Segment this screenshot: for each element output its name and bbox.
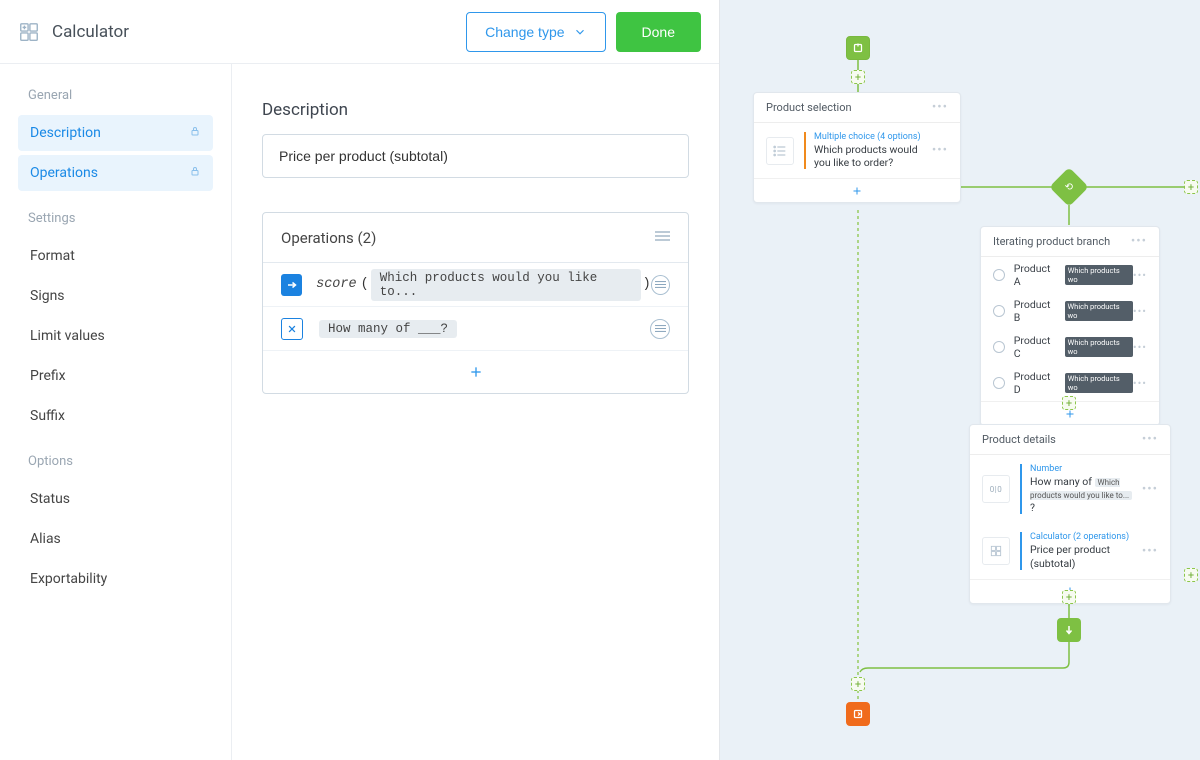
operation-chip[interactable]: How many of ___? (319, 320, 457, 338)
card-product-details[interactable]: Product details ••• 0|0 Number How many … (969, 424, 1171, 604)
continue-node[interactable] (1057, 618, 1081, 642)
sidebar-item-limit-values[interactable]: Limit values (18, 318, 213, 354)
more-icon[interactable]: ••• (1133, 377, 1147, 390)
card-product-selection[interactable]: Product selection ••• Multiple choice (4… (753, 92, 961, 203)
done-button[interactable]: Done (616, 12, 701, 52)
sidebar-item-signs[interactable]: Signs (18, 278, 213, 314)
sidebar-item-description[interactable]: Description (18, 115, 213, 151)
more-icon[interactable]: ••• (1133, 305, 1147, 318)
row-menu-icon[interactable] (650, 319, 670, 339)
row-menu-icon[interactable] (651, 275, 670, 295)
add-operation-button[interactable] (263, 351, 688, 393)
more-icon[interactable]: ••• (1131, 234, 1147, 249)
operations-title: Operations (2) (281, 229, 655, 247)
more-icon[interactable]: ••• (1142, 482, 1158, 497)
operations-box: Operations (2) score ( Which products wo… (262, 212, 689, 394)
lock-icon (189, 165, 201, 181)
description-input[interactable] (262, 134, 689, 178)
calculator-icon (982, 537, 1010, 565)
nav-group-settings: Settings (28, 211, 213, 226)
flow-canvas[interactable]: Product selection ••• Multiple choice (4… (720, 0, 1200, 760)
add-node-button[interactable] (851, 70, 865, 84)
more-icon[interactable]: ••• (932, 100, 948, 115)
add-node-button[interactable] (1184, 180, 1198, 194)
operation-row[interactable]: How many of ___? (263, 307, 688, 351)
end-node[interactable] (846, 702, 870, 726)
sidebar-item-prefix[interactable]: Prefix (18, 358, 213, 394)
chevron-down-icon (573, 25, 587, 39)
hamburger-icon[interactable] (655, 230, 670, 246)
page-title: Calculator (52, 22, 466, 42)
operation-row[interactable]: score ( Which products would you like to… (263, 263, 688, 307)
more-icon[interactable]: ••• (1133, 269, 1147, 282)
more-icon[interactable]: ••• (1142, 432, 1158, 447)
sidebar-item-status[interactable]: Status (18, 481, 213, 517)
multiply-icon (281, 318, 303, 340)
branch-option[interactable]: Product BWhich products wo••• (981, 293, 1159, 329)
add-node-button[interactable] (1062, 396, 1076, 410)
nav-group-options: Options (28, 454, 213, 469)
lock-icon (189, 125, 201, 141)
sidebar-item-alias[interactable]: Alias (18, 521, 213, 557)
description-heading: Description (262, 100, 689, 120)
sidebar-item-operations[interactable]: Operations (18, 155, 213, 191)
list-icon (766, 137, 794, 165)
nav-group-general: General (28, 88, 213, 103)
more-icon[interactable]: ••• (1142, 544, 1158, 559)
number-icon: 0|0 (982, 475, 1010, 503)
add-node-button[interactable] (1062, 590, 1076, 604)
branch-option[interactable]: Product AWhich products wo••• (981, 257, 1159, 293)
add-node-button[interactable] (1184, 568, 1198, 582)
sidebar-item-format[interactable]: Format (18, 238, 213, 274)
add-row-button[interactable] (754, 178, 960, 202)
sidebar-item-exportability[interactable]: Exportability (18, 561, 213, 597)
sidebar-item-suffix[interactable]: Suffix (18, 398, 213, 434)
operation-chip[interactable]: Which products would you like to... (371, 269, 641, 301)
assign-icon (281, 274, 302, 296)
start-node[interactable] (846, 36, 870, 60)
more-icon[interactable]: ••• (932, 143, 948, 158)
add-node-button[interactable] (851, 677, 865, 691)
change-type-button[interactable]: Change type (466, 12, 605, 52)
calculator-icon (18, 21, 40, 43)
branch-option[interactable]: Product CWhich products wo••• (981, 329, 1159, 365)
more-icon[interactable]: ••• (1133, 341, 1147, 354)
